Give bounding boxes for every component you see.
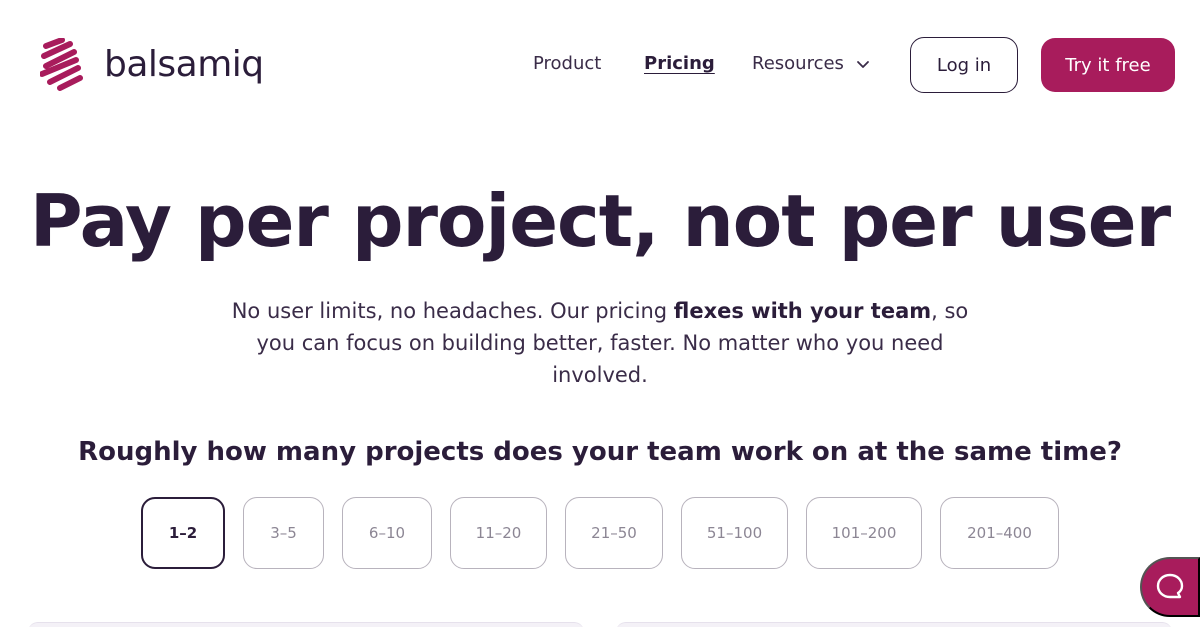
hero-subtitle-bold: flexes with your team	[673, 299, 932, 323]
chat-bubble-icon	[1156, 573, 1184, 599]
project-option-6-10[interactable]: 6–10	[342, 497, 432, 569]
hero-subtitle: No user limits, no headaches. Our pricin…	[230, 295, 970, 391]
projects-question: Roughly how many projects does your team…	[78, 437, 1122, 467]
site-header: balsamiq Product Pricing Resources Log i…	[0, 0, 1200, 130]
project-option-201-400[interactable]: 201–400	[940, 497, 1059, 569]
nav-product[interactable]: Product	[533, 53, 601, 75]
login-button[interactable]: Log in	[910, 37, 1018, 93]
pricing-card-left	[28, 622, 584, 627]
nav-resources-label: Resources	[752, 53, 844, 74]
hero-subtitle-part1: No user limits, no headaches. Our pricin…	[231, 299, 674, 323]
project-option-51-100[interactable]: 51–100	[681, 497, 788, 569]
try-free-button[interactable]: Try it free	[1041, 38, 1175, 92]
brand-name: balsamiq	[104, 44, 264, 85]
project-option-1-2[interactable]: 1–2	[141, 497, 225, 569]
project-option-21-50[interactable]: 21–50	[565, 497, 663, 569]
chat-launcher-button[interactable]	[1140, 557, 1200, 617]
chevron-down-icon	[857, 61, 869, 68]
project-option-3-5[interactable]: 3–5	[243, 497, 324, 569]
page-title: Pay per project, not per user	[29, 179, 1171, 263]
nav-resources[interactable]: Resources	[752, 53, 870, 75]
balsamiq-logo-icon	[40, 38, 83, 91]
project-count-options: 1–2 3–5 6–10 11–20 21–50 51–100 101–200 …	[0, 497, 1200, 569]
nav-pricing[interactable]: Pricing	[644, 53, 715, 75]
logo-link[interactable]: balsamiq	[40, 38, 264, 92]
project-option-101-200[interactable]: 101–200	[806, 497, 922, 569]
project-option-11-20[interactable]: 11–20	[450, 497, 547, 569]
pricing-card-right	[616, 622, 1172, 627]
pricing-page: balsamiq Product Pricing Resources Log i…	[0, 0, 1200, 627]
